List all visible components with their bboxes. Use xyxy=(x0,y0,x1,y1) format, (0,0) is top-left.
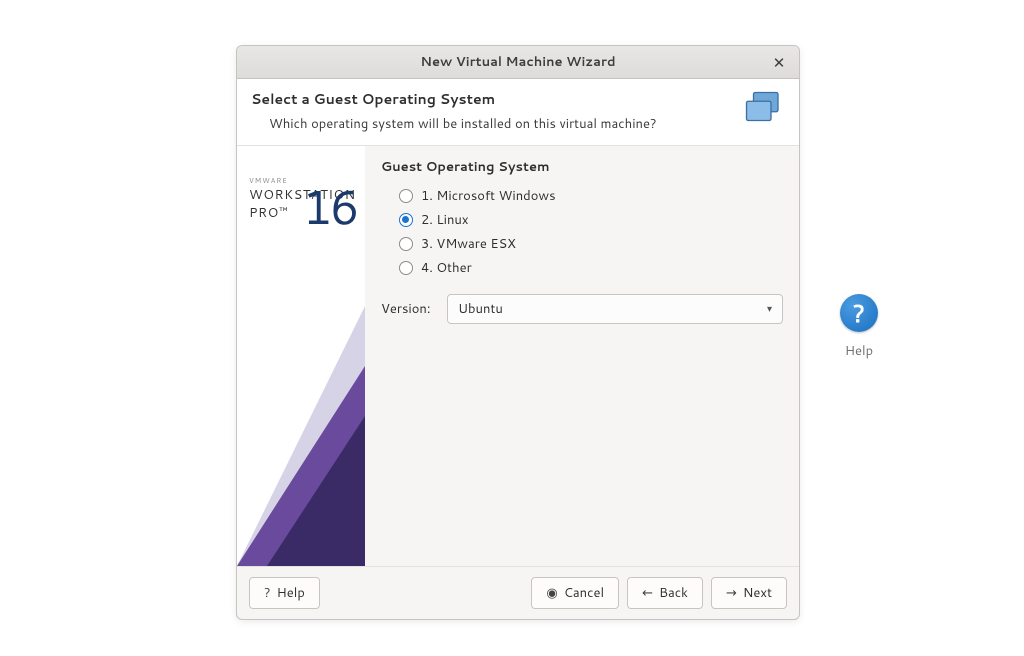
os-option-label: 3. VMware ESX xyxy=(421,235,516,253)
back-button-label: Back xyxy=(659,584,688,602)
next-button[interactable]: → Next xyxy=(711,577,787,609)
version-row: Version: Ubuntu ▾ xyxy=(381,294,783,324)
arrow-right-icon: → xyxy=(726,587,737,600)
cancel-icon: ◉ xyxy=(546,587,557,600)
form-area: Guest Operating System 1. Microsoft Wind… xyxy=(365,146,799,566)
version-selected: Ubuntu xyxy=(458,300,503,318)
wizard-dialog: New Virtual Machine Wizard ✕ Select a Gu… xyxy=(236,45,800,620)
radio-icon xyxy=(399,237,413,251)
page-title: Select a Guest Operating System xyxy=(251,89,735,109)
os-group-label: Guest Operating System xyxy=(381,158,783,176)
question-icon: ? xyxy=(264,587,271,600)
next-button-label: Next xyxy=(743,584,772,602)
page-subtitle: Which operating system will be installed… xyxy=(251,115,735,133)
header-text: Select a Guest Operating System Which op… xyxy=(251,89,735,133)
version-label: Version: xyxy=(381,300,447,318)
os-option-windows[interactable]: 1. Microsoft Windows xyxy=(381,184,783,208)
brand-version-number: 16 xyxy=(302,172,357,240)
help-circle-icon: ? xyxy=(840,294,878,332)
desktop-help-label: Help xyxy=(829,342,889,360)
chevron-down-icon: ▾ xyxy=(767,302,772,316)
version-combo[interactable]: Ubuntu ▾ xyxy=(447,294,783,324)
close-icon[interactable]: ✕ xyxy=(767,46,791,78)
os-option-other[interactable]: 4. Other xyxy=(381,256,783,280)
os-option-label: 2. Linux xyxy=(421,211,469,229)
window-title: New Virtual Machine Wizard xyxy=(420,53,615,71)
radio-icon xyxy=(399,213,413,227)
back-button[interactable]: ← Back xyxy=(627,577,703,609)
header-panel: Select a Guest Operating System Which op… xyxy=(237,79,799,146)
cancel-button-label: Cancel xyxy=(564,584,604,602)
footer: ? Help ◉ Cancel ← Back → Next xyxy=(237,566,799,619)
titlebar: New Virtual Machine Wizard ✕ xyxy=(237,46,799,79)
arrow-left-icon: ← xyxy=(642,587,653,600)
help-button-label: Help xyxy=(277,584,305,602)
radio-icon xyxy=(399,261,413,275)
os-option-label: 4. Other xyxy=(421,259,472,277)
help-button[interactable]: ? Help xyxy=(249,577,320,609)
desktop-help-shortcut[interactable]: ? Help xyxy=(829,294,889,360)
footer-right: ◉ Cancel ← Back → Next xyxy=(531,577,787,609)
monitors-icon xyxy=(743,89,785,131)
os-option-label: 1. Microsoft Windows xyxy=(421,187,556,205)
body: VMWARE WORKSTATION PRO™ 16 Guest Operati… xyxy=(237,146,799,566)
os-option-vmware-esx[interactable]: 3. VMware ESX xyxy=(381,232,783,256)
cancel-button[interactable]: ◉ Cancel xyxy=(531,577,619,609)
os-option-linux[interactable]: 2. Linux xyxy=(381,208,783,232)
sidebar-brand-image: VMWARE WORKSTATION PRO™ 16 xyxy=(237,146,365,566)
radio-icon xyxy=(399,189,413,203)
